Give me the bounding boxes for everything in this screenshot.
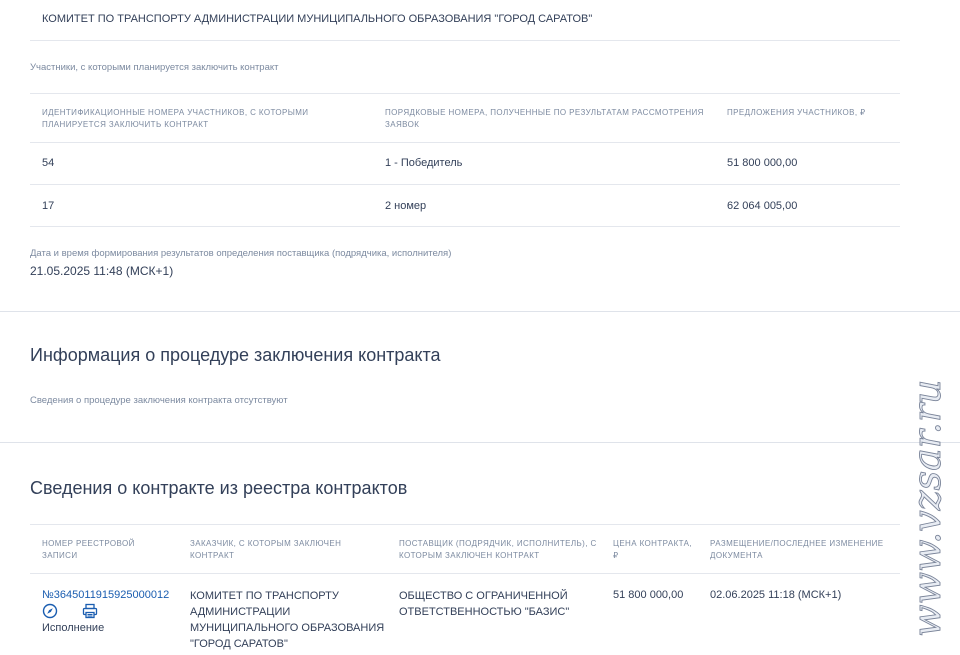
compass-icon[interactable]	[42, 603, 58, 619]
table-row-border	[30, 226, 900, 227]
table-row-2-offer: 62 064 005,00	[727, 200, 798, 212]
table-row-1-id: 54	[42, 157, 55, 169]
registry-price: 51 800 000,00	[613, 589, 684, 601]
registry-title: Сведения о контракте из реестра контракт…	[30, 478, 408, 498]
column-header-supplier: ПОСТАВЩИК (ПОДРЯДЧИК, ИСПОЛНИТЕЛЬ), С КО…	[399, 539, 597, 560]
table-row-1-order: 1 - Победитель	[385, 157, 463, 169]
section-divider	[0, 442, 960, 443]
registry-customer: КОМИТЕТ ПО ТРАНСПОРТУ АДМИНИСТРАЦИИ МУНИ…	[190, 590, 385, 650]
table-row-2-order: 2 номер	[385, 200, 427, 212]
column-header-date: РАЗМЕЩЕНИЕ/ПОСЛЕДНЕЕ ИЗМЕНЕНИЕ ДОКУМЕНТА	[710, 539, 884, 560]
table-header-border	[30, 142, 900, 143]
table-header-border	[30, 573, 900, 574]
column-header-price: ЦЕНА КОНТРАКТА, ₽	[613, 539, 693, 560]
customer-name: КОМИТЕТ ПО ТРАНСПОРТУ АДМИНИСТРАЦИИ МУНИ…	[42, 13, 593, 25]
divider	[30, 40, 900, 41]
table-row-1-offer: 51 800 000,00	[727, 157, 798, 169]
results-datetime: 21.05.2025 11:48 (МСК+1)	[30, 264, 174, 278]
registry-date: 02.06.2025 11:18 (МСК+1)	[710, 589, 842, 601]
column-header-offers: ПРЕДЛОЖЕНИЯ УЧАСТНИКОВ, ₽	[727, 108, 866, 117]
column-header-registry-number: НОМЕР РЕЕСТРОВОЙ ЗАПИСИ	[42, 539, 135, 560]
column-header-participant-ids: ИДЕНТИФИКАЦИОННЫЕ НОМЕРА УЧАСТНИКОВ, С К…	[42, 108, 309, 129]
column-header-customer: ЗАКАЗЧИК, С КОТОРЫМ ЗАКЛЮЧЕН КОНТРАКТ	[190, 539, 342, 560]
watermark-logo: www.vzsar.ru	[912, 379, 948, 637]
participants-section-label: Участники, с которыми планируется заключ…	[30, 62, 279, 73]
column-header-order-numbers: ПОРЯДКОВЫЕ НОМЕРА, ПОЛУЧЕННЫЕ ПО РЕЗУЛЬТ…	[385, 108, 704, 129]
procedure-title: Информация о процедуре заключения контра…	[30, 345, 441, 365]
registry-number-link[interactable]: №3645011915925000012	[42, 588, 169, 603]
registry-status: Исполнение	[42, 622, 105, 634]
results-label: Дата и время формирования результатов оп…	[30, 248, 452, 259]
section-divider	[0, 311, 960, 312]
registry-supplier: ОБЩЕСТВО С ОГРАНИЧЕННОЙ ОТВЕТСТВЕННОСТЬЮ…	[399, 590, 570, 618]
table-row-2-id: 17	[42, 200, 55, 212]
print-icon[interactable]	[82, 603, 98, 619]
procedure-note: Сведения о процедуре заключения контракт…	[30, 395, 288, 406]
table-top-border	[30, 93, 900, 94]
table-row-border	[30, 184, 900, 185]
watermark-text: www.vzsar.ru	[912, 379, 948, 637]
table-top-border	[30, 524, 900, 525]
